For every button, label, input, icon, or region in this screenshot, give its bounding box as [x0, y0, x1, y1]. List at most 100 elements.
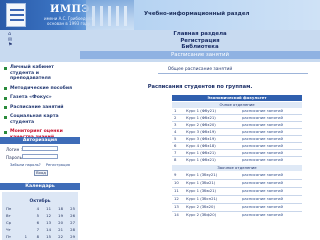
nav-icons: ⌂ ✉ ⚑ [8, 31, 12, 49]
section-row-extramural: Заочное отделение [172, 165, 302, 171]
row-course: Курс 1 (Зби21) [186, 180, 216, 185]
bullet-icon [4, 87, 7, 90]
login-label: Логин : [6, 147, 23, 152]
table-row: 11 Курс 1 (Збю21) расписание занятий [172, 188, 302, 194]
calendar-date[interactable]: 5 [30, 213, 39, 218]
main-content: Общее расписание занятий Расписания студ… [80, 62, 320, 240]
sidebar-item-personal-cabinet[interactable]: Личный кабинет студента и преподавателя [2, 65, 78, 82]
calendar-date[interactable]: 12 [42, 213, 51, 218]
login-button[interactable]: Вход [34, 170, 48, 176]
calendar-date[interactable]: 19 [54, 213, 63, 218]
calendar-weekday: Ср [6, 220, 12, 225]
calendar-row: Вт 5 12 19 26 [6, 213, 76, 219]
schedule-link[interactable]: расписание занятий [242, 157, 283, 163]
calendar: Октябрь Пн 4 11 18 25 Вт 5 12 19 26 Ср 6… [2, 192, 78, 240]
table-row: 12 Курс 1 (Збсп21) расписание занятий [172, 196, 302, 202]
calendar-date[interactable]: 15 [42, 234, 51, 239]
bullet-icon [4, 96, 7, 100]
calendar-row: Пт 1 8 15 22 29 [6, 234, 76, 240]
schedule-link[interactable]: расписание занятий [242, 196, 283, 202]
bullet-icon [4, 130, 7, 134]
building-column [108, 6, 111, 26]
sidebar-item-label: Газета «Фокус» [10, 95, 52, 100]
calendar-date[interactable]: 4 [30, 206, 39, 211]
schedule-link[interactable]: расписание занятий [242, 204, 283, 210]
university-logo[interactable] [6, 3, 26, 27]
calendar-date[interactable]: 20 [54, 220, 63, 225]
row-number: 9 [174, 172, 177, 177]
calendar-month: Октябрь [29, 199, 51, 204]
login-input[interactable] [22, 146, 58, 151]
calendar-date[interactable]: 27 [66, 220, 75, 225]
row-course: Курс 1 (Фбэ21) [186, 157, 216, 162]
sidebar-item-label: Социальная карта студента [10, 114, 59, 125]
calendar-date[interactable]: 14 [42, 227, 51, 232]
calendar-weekday: Пн [6, 206, 12, 211]
bullet-icon [4, 106, 7, 109]
sidebar-item-label: Методические пособия [10, 85, 73, 91]
sidebar-item-manuals[interactable]: Методические пособия [2, 86, 78, 92]
calendar-date[interactable]: 25 [66, 206, 75, 211]
calendar-date[interactable]: 28 [66, 227, 75, 232]
flag-icon[interactable]: ⚑ [8, 42, 12, 49]
calendar-date[interactable]: 22 [54, 234, 63, 239]
table-row: 14 Курс 2 (Збф20) расписание занятий [172, 212, 302, 218]
table-row: 8 Курс 1 (Фбэ21) расписание занятий [172, 157, 302, 163]
bullet-icon [4, 66, 7, 70]
calendar-weekday: Пт [6, 234, 12, 239]
sidebar-item-social-card[interactable]: Социальная карта студента [2, 114, 78, 125]
sidebar-item-schedule[interactable]: Расписание занятий [2, 105, 78, 111]
calendar-row: Пн 4 11 18 25 [6, 206, 76, 212]
schedule-link[interactable]: расписание занятий [242, 212, 283, 218]
calendar-date[interactable]: 29 [66, 234, 75, 239]
calendar-date[interactable]: 26 [66, 213, 75, 218]
page-heading: Расписания студентов по группам. [147, 84, 253, 90]
row-number: 10 [174, 180, 179, 185]
sidebar-menu: Личный кабинет студента и преподавателя … [2, 62, 78, 140]
nav-item-library[interactable]: Библиотека [120, 44, 280, 50]
title-divider [158, 73, 308, 74]
calendar-date[interactable]: 7 [30, 227, 39, 232]
calendar-date[interactable]: 8 [30, 234, 39, 239]
calendar-date[interactable]: 18 [54, 206, 63, 211]
logo-stripe [10, 9, 24, 11]
university-name: ИМПЭ [50, 4, 90, 15]
sidebar: Личный кабинет студента и преподавателя … [0, 62, 80, 240]
row-course: Курс 2 (Збф20) [186, 212, 217, 217]
sidebar-item-newspaper[interactable]: Газета «Фокус» [2, 95, 78, 101]
calendar-header: Календарь [0, 183, 80, 190]
calendar-date[interactable]: 6 [30, 220, 39, 225]
table-row: 13 Курс 2 (Збэ20) расписание занятий [172, 204, 302, 210]
building-image [86, 0, 134, 30]
row-number: 13 [174, 204, 179, 209]
nav-item-schedule[interactable]: Расписание занятий [120, 52, 280, 58]
row-course: Курс 1 (Збэу21) [186, 172, 218, 177]
nav-item-registration[interactable]: Регистрация [120, 38, 280, 44]
sidebar-item-label: Расписание занятий [10, 104, 64, 110]
register-link[interactable]: Регистрация [46, 163, 70, 167]
bullet-icon [4, 115, 7, 119]
calendar-date[interactable]: 21 [54, 227, 63, 232]
calendar-row: Ср 6 13 20 27 [6, 220, 76, 226]
password-input[interactable] [22, 154, 58, 159]
building-column [100, 6, 103, 26]
row-course: Курс 2 (Збэ20) [186, 204, 215, 209]
calendar-row: Чт 7 14 21 28 [6, 227, 76, 233]
nav-item-section-home[interactable]: Главная раздела [120, 31, 280, 37]
table-header: Экономический факультет [172, 95, 302, 101]
calendar-date[interactable]: 1 [18, 234, 27, 239]
building-column [124, 6, 127, 26]
forgot-password-link[interactable]: Забыли пароль? [10, 163, 41, 167]
calendar-date[interactable]: 13 [42, 220, 51, 225]
top-navigation: ⌂ ✉ ⚑ Главная раздела Регистрация Библио… [0, 30, 320, 62]
row-course: Курс 1 (Збю21) [186, 188, 217, 193]
logo-stripe [10, 14, 24, 16]
page-title: Общее расписание занятий [167, 67, 233, 72]
calendar-date[interactable]: 11 [42, 206, 51, 211]
schedule-link[interactable]: расписание занятий [242, 188, 283, 194]
building-column [92, 6, 95, 26]
schedule-link[interactable]: расписание занятий [242, 180, 283, 186]
university-founded: основан в 1993 году [47, 21, 91, 26]
schedule-link[interactable]: расписание занятий [242, 172, 283, 178]
auth-header: Авторизация [0, 137, 80, 144]
